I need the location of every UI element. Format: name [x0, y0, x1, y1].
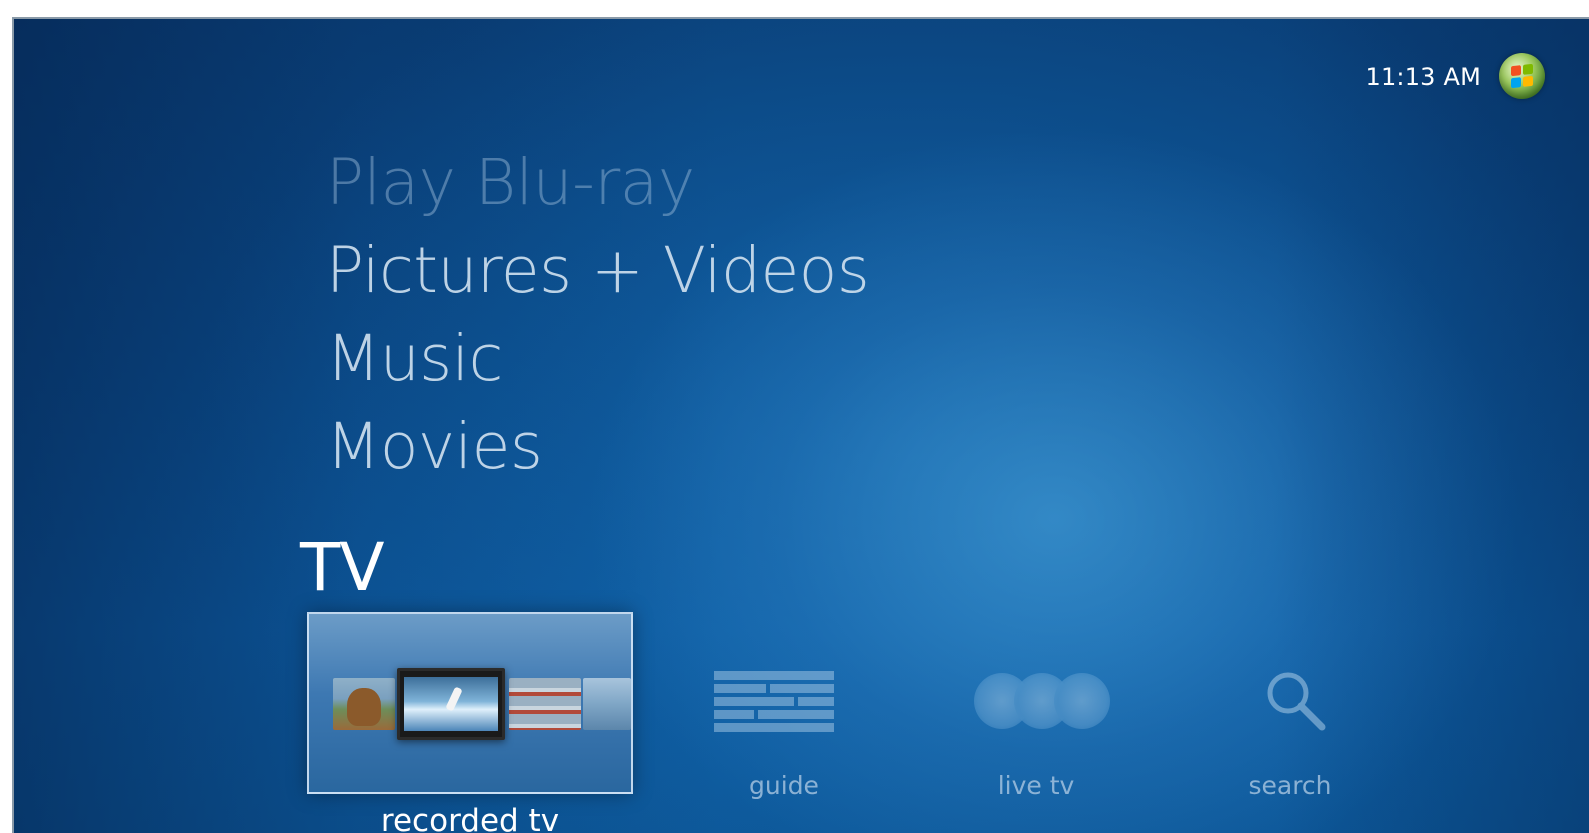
clock: 11:13 AM — [1365, 63, 1481, 91]
tile-recorded-tv[interactable] — [307, 612, 633, 794]
menu-item-movies[interactable]: Movies — [326, 403, 869, 491]
main-menu: Play Blu-ray Pictures + Videos Music Mov… — [326, 139, 870, 491]
tile-recorded-tv-label: recorded tv — [380, 803, 560, 833]
tile-live-tv-label: live tv — [997, 771, 1075, 800]
thumbnail-shore — [583, 678, 631, 730]
tile-search[interactable]: search — [1190, 659, 1390, 800]
menu-item-pictures-videos[interactable]: Pictures + Videos — [326, 227, 870, 315]
tile-search-label: search — [1248, 771, 1332, 800]
recorded-tv-thumbnails-icon — [331, 668, 631, 740]
tile-guide-label: guide — [749, 771, 819, 800]
search-icon — [1267, 672, 1326, 731]
thumbnail-bear — [333, 678, 395, 730]
frame: 11:13 AM Play Blu-ray Pictures + Videos … — [0, 0, 1589, 833]
thumbnail-race — [509, 678, 581, 730]
menu-item-music[interactable]: Music — [326, 315, 869, 403]
menu-item-play-blu-ray[interactable]: Play Blu-ray — [326, 139, 869, 227]
tile-guide[interactable]: guide — [684, 659, 884, 800]
live-tv-circles-icon — [974, 669, 1114, 733]
guide-grid-icon — [714, 671, 834, 732]
tile-live-tv[interactable]: live tv — [936, 659, 1136, 800]
windows-flag-icon — [1511, 63, 1533, 89]
section-title-tv: TV — [300, 529, 384, 606]
thumbnail-featured — [397, 668, 505, 740]
windows-start-orb-icon[interactable] — [1499, 53, 1545, 99]
media-center-screen: 11:13 AM Play Blu-ray Pictures + Videos … — [12, 17, 1589, 833]
